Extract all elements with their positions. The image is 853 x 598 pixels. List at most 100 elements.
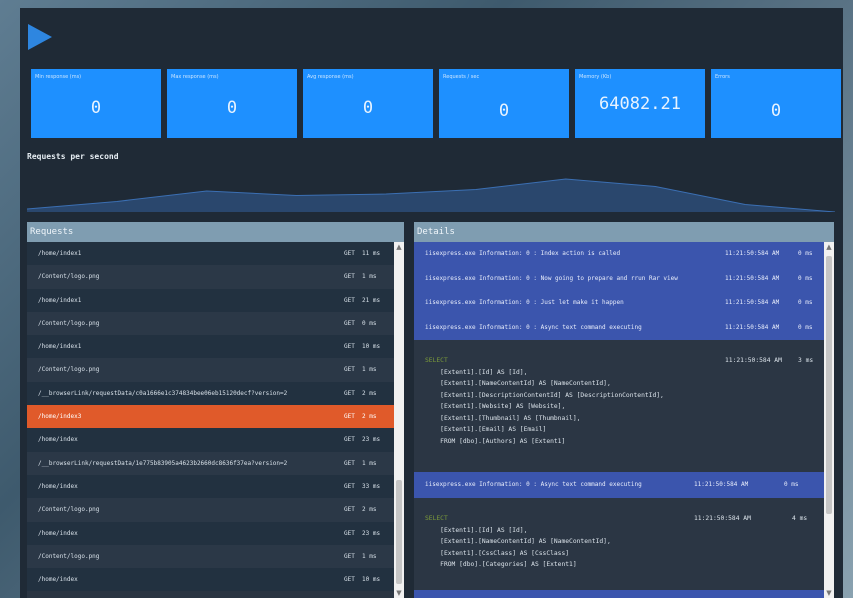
request-method: GET [344, 506, 355, 514]
request-time: 33 ms [362, 482, 381, 490]
log-timestamp: 11:21:50:584 AM [694, 481, 749, 488]
sql-line: [Extent1].[Id] AS [Id], [425, 525, 611, 537]
sql-line: [Extent1].[DescriptionContentId] AS [Des… [425, 390, 664, 402]
request-row[interactable]: /Content/logo.png GET 1 ms [27, 358, 394, 382]
sql-text: FROM [dbo].[Categories] AS [Extent1] [425, 561, 577, 568]
sql-text: [Extent1].[Website] AS [Website], [425, 403, 566, 410]
log-duration: 0 ms [798, 250, 813, 257]
request-path: /Content/logo.png [38, 273, 100, 281]
request-row[interactable]: /home/index1 GET 11 ms [27, 242, 394, 266]
log-row[interactable]: iisexpress.exe Information: 0 : Index ac… [414, 242, 824, 267]
log-timestamp: 11:21:50:584 AM [725, 250, 780, 257]
request-row[interactable]: /Content/logo.png GET 1 ms [27, 265, 394, 289]
stat-avg-response: Avg response (ms) 0 [303, 69, 433, 138]
request-time: 23 ms [362, 529, 381, 537]
stat-memory: Memory (Kb) 64082.21 [575, 69, 705, 138]
request-time: 2 ms [362, 389, 377, 397]
request-method: GET [344, 343, 355, 351]
log-duration: 0 ms [798, 299, 813, 306]
details-scrollbar[interactable]: ▲ ▼ [824, 242, 834, 598]
request-method: GET [344, 459, 355, 467]
scroll-down-icon[interactable]: ▼ [824, 588, 834, 598]
sql-line: FROM [dbo].[Authors] AS [Extent1] [425, 436, 664, 448]
request-path: /home/index1 [38, 296, 82, 304]
request-path: /__browserLink/requestData/1e775b83905a4… [38, 459, 288, 467]
log-duration: 0 ms [784, 481, 799, 488]
stat-value: 64082.21 [599, 94, 681, 114]
request-time: 21 ms [362, 296, 381, 304]
request-row[interactable]: /Content/logo.png GET 2 ms [27, 498, 394, 522]
details-panel-title: Details [414, 222, 834, 242]
request-method: GET [344, 529, 355, 537]
log-message: iisexpress.exe Information: 0 : Async te… [425, 323, 642, 331]
request-path: /home/index1 [38, 343, 82, 351]
request-path: /Content/logo.png [38, 506, 100, 514]
sql-line: [Extent1].[Email] AS [Email] [425, 424, 664, 436]
sql-text: [Extent1].[NameContentId] AS [NameConten… [425, 380, 611, 387]
request-row[interactable]: /home/index GET 23 ms [27, 521, 394, 545]
sql-text: FROM [dbo].[Authors] AS [Extent1] [425, 437, 566, 445]
request-method: GET [344, 366, 355, 374]
request-path: /__browserLink/requestData/c0a1666e1c374… [38, 389, 288, 397]
sql-code: SELECT [Extent1].[Id] AS [Id], [Extent1]… [425, 355, 664, 447]
sql-block[interactable]: SELECT [Extent1].[Id] AS [Id], [Extent1]… [414, 340, 824, 472]
log-duration: 0 ms [798, 323, 813, 331]
stat-label: Requests / sec [443, 74, 480, 80]
request-method: GET [344, 250, 355, 257]
log-row[interactable]: iisexpress.exe Information: 0 : Now goin… [414, 266, 824, 291]
request-row[interactable]: /home/index GET 23 ms [27, 428, 394, 452]
log-row[interactable]: iisexpress.exe Information: 0 : Just let… [414, 291, 824, 316]
request-row[interactable]: /Content/logo.png GET 0 ms [27, 311, 394, 336]
requests-panel: Requests /home/index1 GET 11 ms/Content/lo… [27, 222, 404, 598]
request-row[interactable]: /home/index GET 10 ms [27, 568, 394, 592]
request-method: GET [344, 552, 355, 560]
stat-label: Min response (ms) [35, 74, 82, 80]
chart-area [27, 179, 835, 212]
request-row[interactable]: /__browserLink/requestData/c0a1666e1c374… [27, 381, 394, 406]
request-row[interactable]: /home/index GET 33 ms [27, 474, 394, 499]
stat-value: 0 [362, 98, 374, 118]
request-path: /home/index [38, 529, 78, 537]
log-row[interactable]: iisexpress.exe Information: 0 : Async te… [414, 472, 824, 498]
request-row[interactable]: /__browserLink/requestData/1e775b83905a4… [27, 451, 394, 475]
request-path: /Content/logo.png [38, 319, 100, 327]
request-row[interactable]: /home/index1 GET 10 ms [27, 335, 394, 359]
request-method: GET [344, 576, 355, 584]
request-time: 2 ms [362, 506, 377, 514]
request-row[interactable]: /Content/logo.png GET 1 ms [27, 544, 394, 569]
scroll-up-icon[interactable]: ▲ [824, 242, 834, 252]
stat-min-response: Min response (ms) 0 [31, 69, 161, 138]
request-time: 1 ms [362, 273, 377, 281]
scroll-thumb[interactable] [396, 480, 402, 584]
log-duration: 0 ms [798, 274, 813, 282]
sql-line: SELECT [425, 513, 611, 525]
stat-value: 0 [90, 98, 102, 118]
requests-scrollbar[interactable]: ▲ ▼ [394, 242, 404, 598]
sql-line: [Extent1].[Thumbnail] AS [Thumbnail], [425, 413, 664, 425]
stat-label: Errors [715, 74, 730, 80]
sql-code: SELECT [Extent1].[Id] AS [Id], [Extent1]… [425, 513, 611, 571]
request-time: 1 ms [362, 459, 377, 467]
log-message: iisexpress.exe Information: 0 : Index ac… [425, 250, 621, 257]
scroll-thumb[interactable] [826, 256, 832, 514]
sql-keyword: SELECT [425, 357, 448, 364]
stat-value: 0 [770, 101, 782, 121]
sql-text: [Extent1].[CssClass] AS [CssClass] [425, 549, 570, 557]
log-row[interactable]: iisexpress.exe Information: 0 : Async te… [414, 315, 824, 340]
request-method: GET [344, 413, 355, 421]
chart-title: Requests per second [27, 152, 119, 161]
scroll-down-icon[interactable]: ▼ [394, 588, 404, 598]
sql-duration: 3 ms [798, 357, 814, 364]
request-path: /home/index [38, 436, 78, 444]
requests-panel-title: Requests [27, 222, 404, 242]
sql-line: [Extent1].[NameContentId] AS [NameConten… [425, 378, 664, 390]
request-row[interactable]: /home/index1 GET 21 ms [27, 288, 394, 312]
stat-requests-per-sec: Requests / sec 0 [439, 69, 569, 138]
request-row[interactable]: /home/index3 GET 2 ms [27, 405, 394, 429]
sql-block[interactable]: SELECT [Extent1].[Id] AS [Id], [Extent1]… [414, 498, 824, 590]
sql-text: [Extent1].[Email] AS [Email] [425, 426, 547, 433]
sql-text: [Extent1].[NameContentId] AS [NameConten… [425, 538, 611, 545]
scroll-up-icon[interactable]: ▲ [394, 242, 404, 252]
log-message: iisexpress.exe Information: 0 : Now goin… [425, 274, 678, 282]
log-message: iisexpress.exe Information: 0 : Just let… [425, 299, 624, 306]
